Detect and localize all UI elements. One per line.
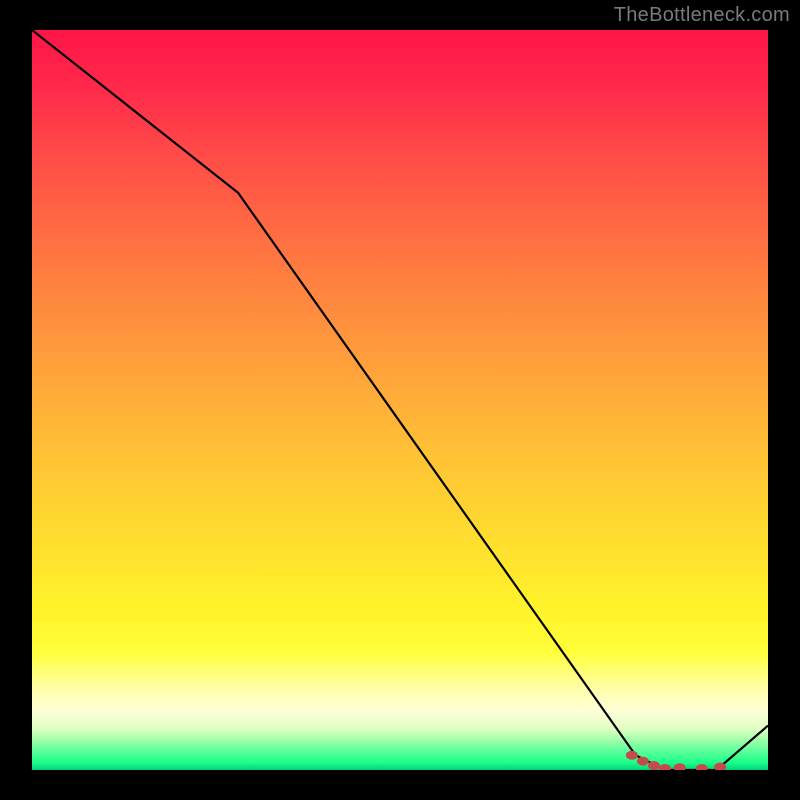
- chart-marker: [659, 764, 671, 770]
- chart-marker: [674, 763, 686, 770]
- chart-overlay-svg: [32, 30, 768, 770]
- chart-marker: [696, 764, 708, 770]
- chart-marker: [648, 761, 660, 770]
- chart-plot-area: [32, 30, 768, 770]
- chart-line: [32, 30, 768, 770]
- chart-marker: [637, 757, 649, 766]
- attribution-text: TheBottleneck.com: [614, 4, 790, 27]
- chart-markers: [626, 751, 726, 770]
- chart-marker: [626, 751, 638, 760]
